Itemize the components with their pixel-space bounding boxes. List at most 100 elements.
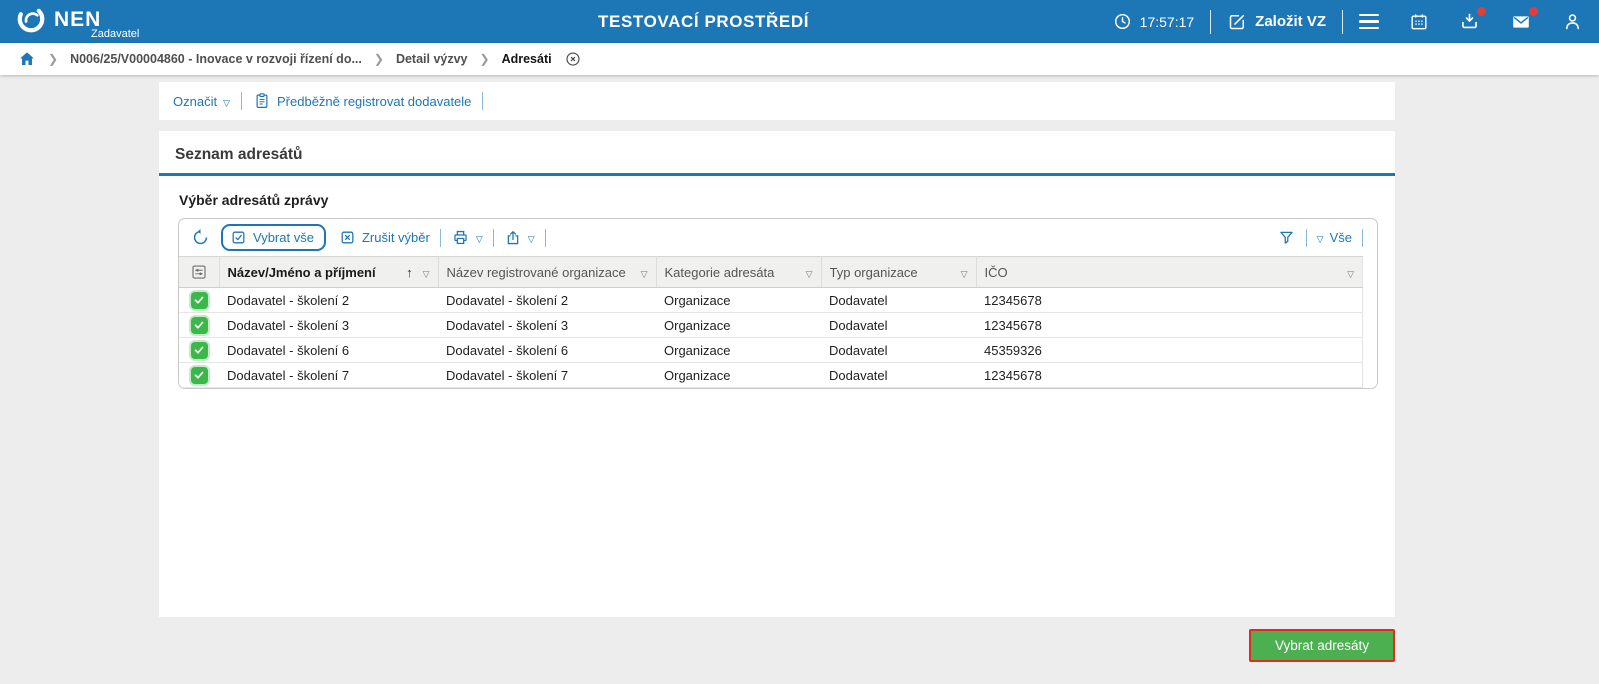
brand-role: Zadavatel	[91, 27, 140, 40]
action-bar: Označit Předběžně registrovat dodavatele	[159, 82, 1395, 120]
clock-time: 17:57:17	[1139, 13, 1195, 30]
select-all-label: Vybrat vše	[253, 230, 314, 245]
session-clock: 17:57:17	[1113, 12, 1195, 31]
clear-selection-button[interactable]: Zrušit výběr	[339, 229, 430, 246]
cell-category: Organizace	[656, 362, 821, 388]
preregister-suppliers-button[interactable]: Předběžně registrovat dodavatele	[253, 92, 471, 110]
cell-ico: 45359326	[976, 337, 1363, 363]
footer-actions: Vybrat adresáty	[159, 629, 1395, 662]
topbar-divider	[1342, 9, 1343, 34]
print-button[interactable]	[451, 228, 483, 247]
preregister-label: Předběžně registrovat dodavatele	[277, 93, 472, 109]
cell-org: Dodavatel - školení 7	[438, 362, 656, 388]
table-row[interactable]: Dodavatel - školení 6 Dodavatel - školen…	[179, 337, 1363, 363]
cell-type: Dodavatel	[821, 287, 976, 313]
chevron-down-icon	[476, 230, 483, 245]
create-vz-button[interactable]: Založit VZ	[1227, 12, 1326, 32]
cell-name: Dodavatel - školení 7	[219, 362, 438, 388]
column-filter-icon[interactable]	[961, 265, 968, 280]
cell-name: Dodavatel - školení 6	[219, 337, 438, 363]
cell-name: Dodavatel - školení 3	[219, 312, 438, 338]
mark-menu-button[interactable]: Označit	[173, 94, 230, 109]
cell-category: Organizace	[656, 337, 821, 363]
hamburger-icon	[1359, 13, 1379, 30]
table-row[interactable]: Dodavatel - školení 7 Dodavatel - školen…	[179, 362, 1363, 388]
select-all-button[interactable]: Vybrat vše	[221, 224, 326, 251]
nen-logo-icon	[16, 4, 46, 34]
close-circle-icon	[564, 50, 582, 68]
edit-icon	[1227, 12, 1247, 32]
row-checkbox[interactable]	[190, 341, 208, 359]
column-filter-icon[interactable]	[641, 265, 648, 280]
calendar-button[interactable]	[1409, 12, 1429, 32]
messages-badge	[1529, 6, 1538, 16]
column-header-ico[interactable]: IČO	[976, 256, 1363, 288]
row-checkbox-cell	[179, 362, 219, 388]
cell-ico: 12345678	[976, 312, 1363, 338]
column-settings-header[interactable]	[179, 256, 220, 288]
table-row[interactable]: Dodavatel - školení 2 Dodavatel - školen…	[179, 287, 1363, 313]
mark-label: Označit	[173, 93, 218, 109]
column-header-org[interactable]: Název registrované organizace	[438, 256, 657, 288]
toolbar-divider	[544, 228, 546, 247]
profile-button[interactable]	[1562, 11, 1583, 32]
printer-icon	[451, 228, 470, 247]
nen-brand[interactable]: NEN Zadavatel	[16, 4, 139, 40]
column-header-name[interactable]: Název/Jméno a příjmení	[219, 256, 439, 288]
row-checkbox[interactable]	[190, 291, 208, 309]
refresh-icon	[191, 228, 210, 247]
breadcrumb-chevron: ❯	[48, 52, 59, 66]
breadcrumb-item-procedure[interactable]: N006/25/V00004860 - Inovace v rozvoji ří…	[70, 52, 362, 66]
cell-name: Dodavatel - školení 2	[219, 287, 438, 313]
table-header-row: Název/Jméno a příjmení Název registrovan…	[179, 256, 1363, 288]
cell-ico: 12345678	[976, 287, 1363, 313]
download-icon	[1459, 11, 1480, 32]
export-icon	[504, 229, 522, 247]
column-filter-icon[interactable]	[806, 265, 813, 280]
column-header-category[interactable]: Kategorie adresáta	[656, 256, 822, 288]
downloads-button[interactable]	[1459, 7, 1486, 32]
table-row[interactable]: Dodavatel - školení 3 Dodavatel - školen…	[179, 312, 1363, 338]
filter-button[interactable]	[1277, 228, 1296, 247]
clipboard-icon	[253, 92, 271, 110]
top-header: NEN Zadavatel TESTOVACÍ PROSTŘEDÍ 17:57:…	[0, 0, 1599, 43]
row-checkbox[interactable]	[190, 316, 208, 334]
main-panel: Seznam adresátů Výběr adresátů zprávy Vy…	[159, 131, 1395, 617]
select-addressees-button[interactable]: Vybrat adresáty	[1248, 629, 1395, 662]
home-icon	[18, 50, 36, 68]
column-filter-icon[interactable]	[1347, 265, 1354, 280]
cell-type: Dodavatel	[821, 312, 976, 338]
cell-org: Dodavatel - školení 3	[438, 312, 656, 338]
chevron-down-icon	[528, 230, 535, 245]
messages-button[interactable]	[1510, 6, 1538, 33]
breadcrumb: ❯ N006/25/V00004860 - Inovace v rozvoji …	[0, 43, 1599, 75]
page-title: Seznam adresátů	[159, 131, 1395, 176]
action-bar-divider	[241, 92, 242, 110]
breadcrumb-chevron: ❯	[479, 52, 490, 66]
action-bar-divider	[482, 92, 484, 110]
toolbar-divider	[1362, 228, 1363, 247]
row-checkbox[interactable]	[190, 366, 208, 384]
downloads-badge	[1477, 7, 1486, 16]
sort-ascending-icon	[406, 265, 413, 280]
person-icon	[1562, 11, 1583, 32]
close-tab-button[interactable]	[564, 50, 582, 68]
cell-org: Dodavatel - školení 6	[438, 337, 656, 363]
cell-category: Organizace	[656, 312, 821, 338]
home-button[interactable]	[18, 50, 36, 68]
column-header-type[interactable]: Typ organizace	[821, 256, 977, 288]
toolbar-divider	[439, 228, 441, 247]
menu-button[interactable]	[1359, 13, 1379, 30]
toolbar-divider	[492, 228, 494, 247]
export-button[interactable]	[504, 229, 535, 247]
brand-name: NEN	[54, 7, 102, 31]
row-checkbox-cell	[179, 337, 219, 363]
filter-scope-button[interactable]: Vše	[1317, 230, 1352, 245]
column-settings-icon	[190, 263, 208, 281]
refresh-button[interactable]	[191, 228, 210, 247]
addressee-grid-panel: Vybrat vše Zrušit výběr ▽ ▽ ▽ Vše Název/…	[178, 218, 1378, 389]
breadcrumb-item-detail-vyzvy[interactable]: Detail výzvy	[396, 52, 468, 66]
column-filter-icon[interactable]	[423, 265, 430, 280]
cell-type: Dodavatel	[821, 362, 976, 388]
filter-scope-label: Vše	[1329, 230, 1352, 245]
